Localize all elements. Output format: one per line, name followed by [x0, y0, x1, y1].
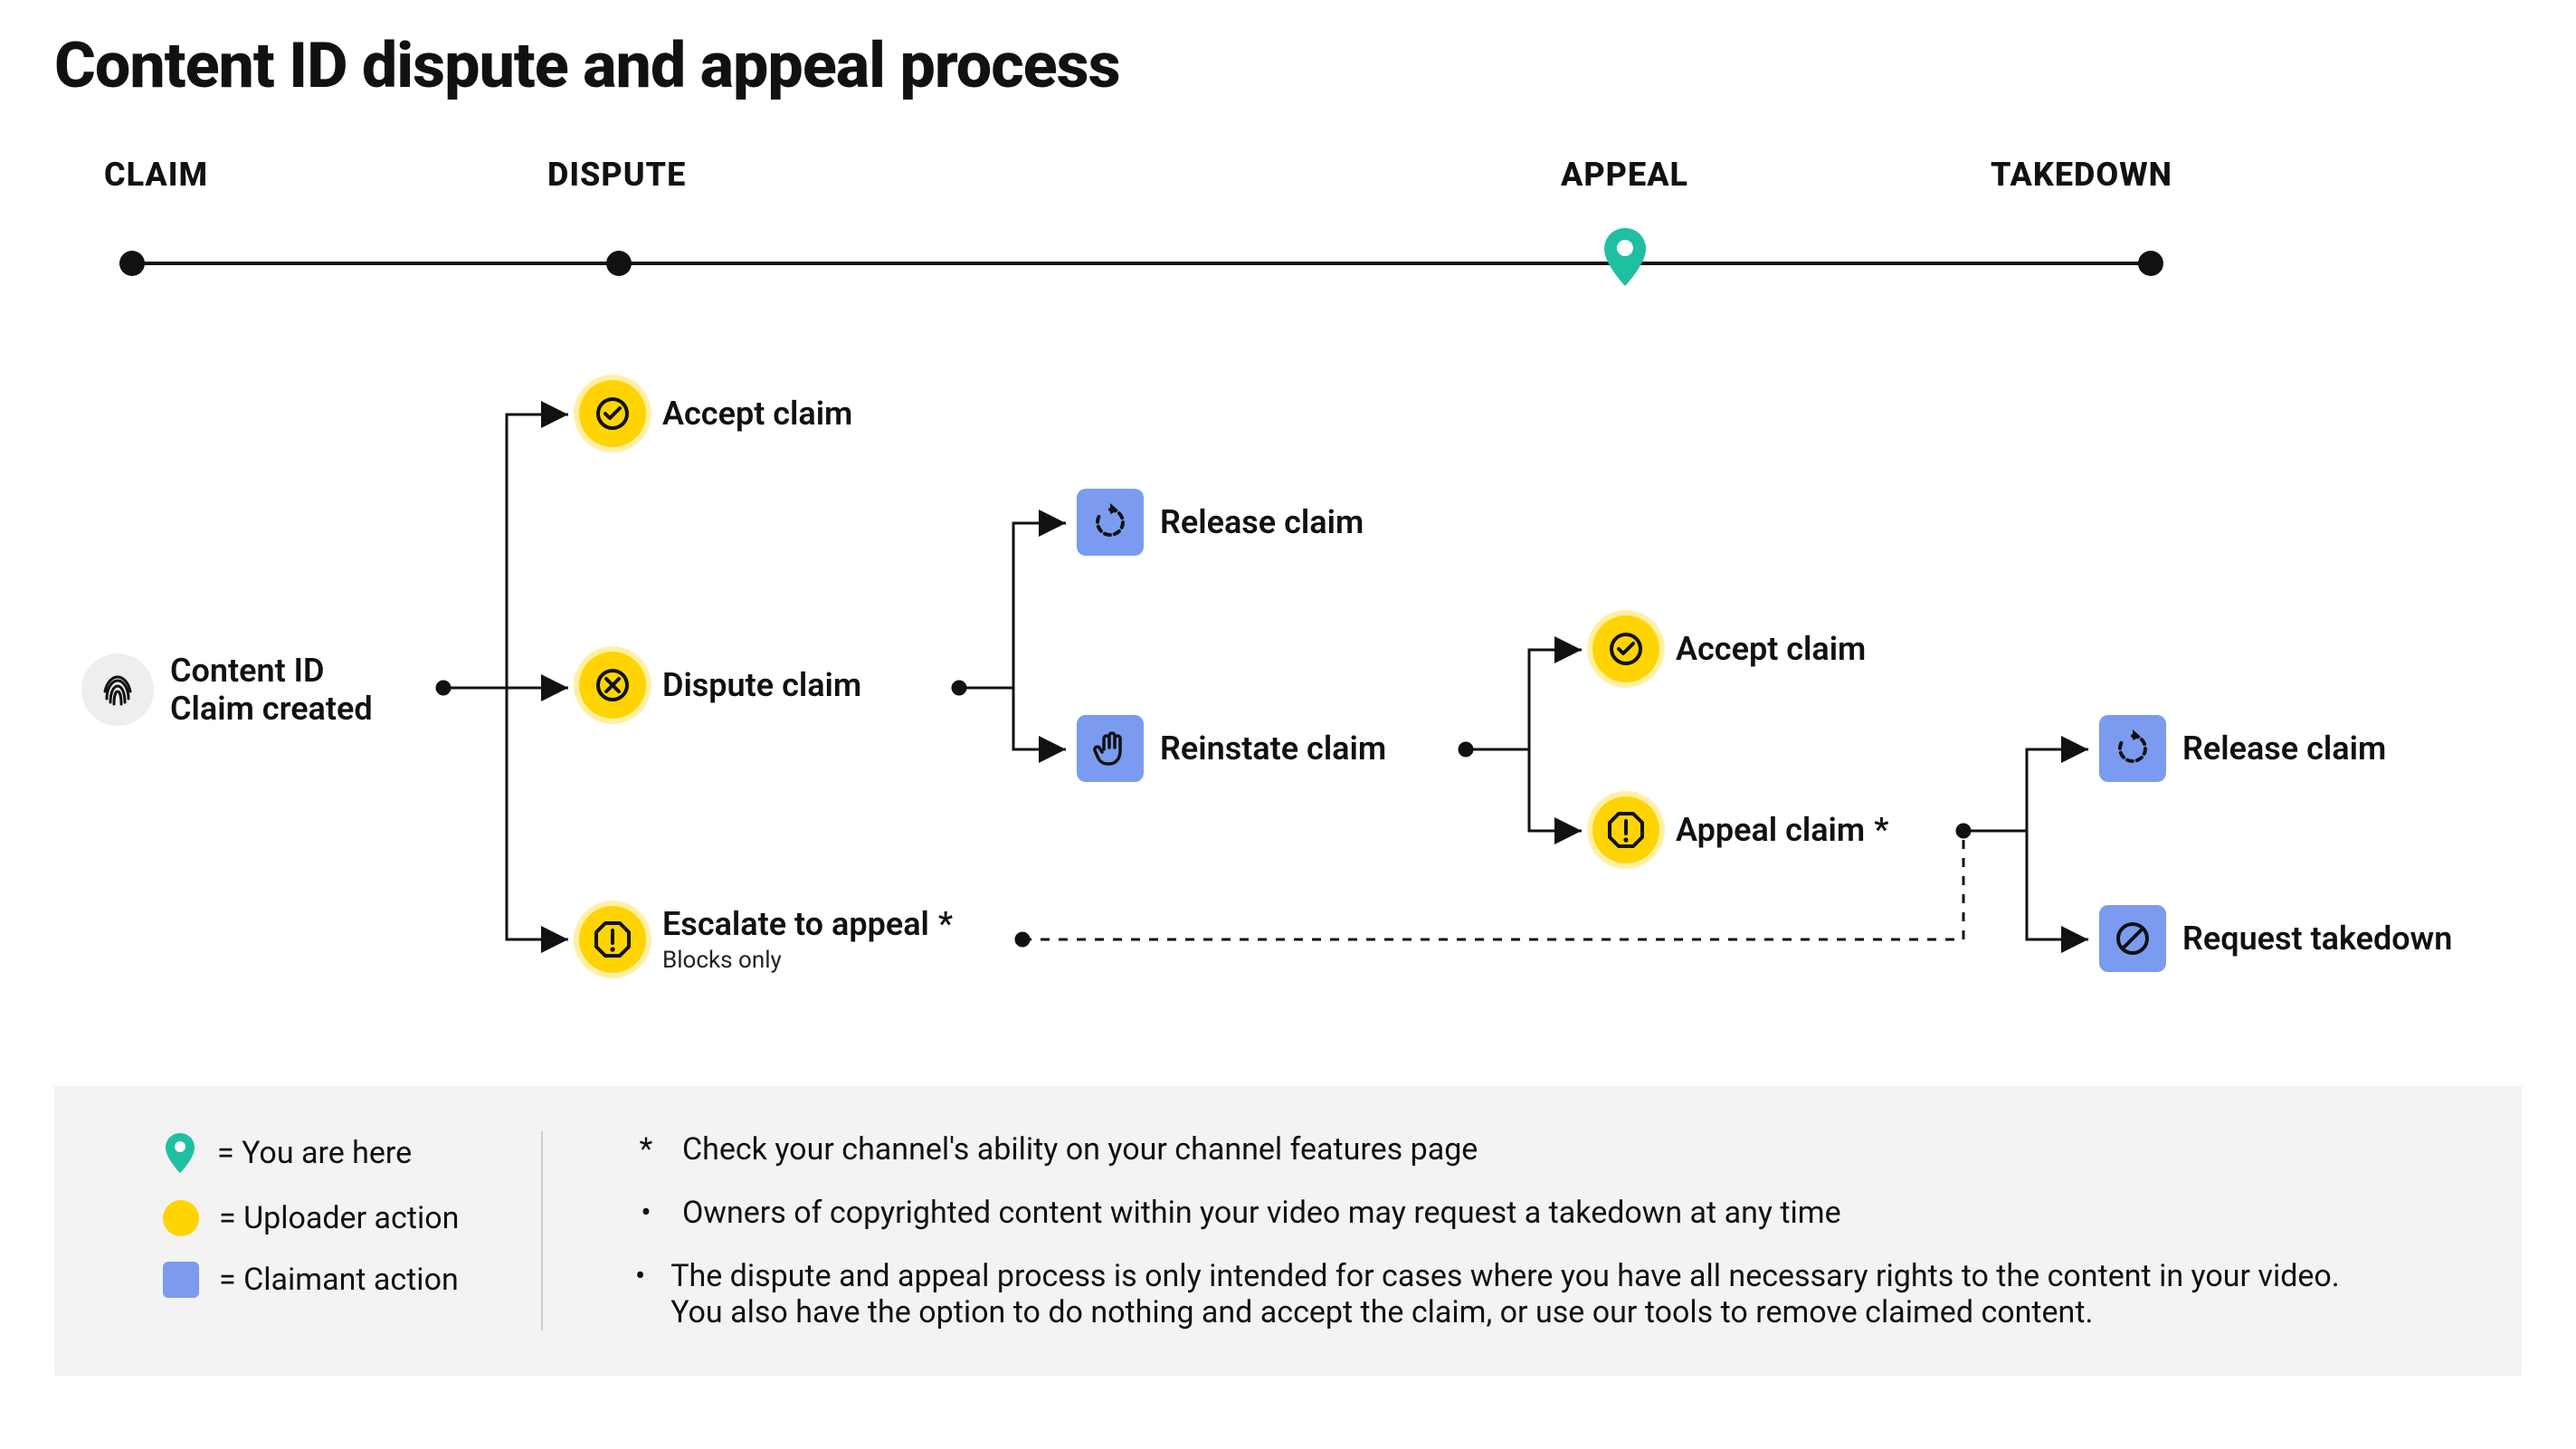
legend-note-2: • The dispute and appeal process is only… — [633, 1258, 2353, 1330]
release-claim-2-label: Release claim — [2182, 729, 2386, 767]
check-circle-icon — [1592, 615, 1659, 682]
timeline-label-appeal: APPEAL — [1561, 156, 1688, 194]
refresh-icon — [1077, 489, 1144, 556]
legend-notes: * Check your channel's ability on your c… — [633, 1131, 2353, 1330]
legend-you-are-here-label: = You are here — [217, 1135, 412, 1171]
fingerprint-icon — [81, 653, 154, 726]
legend-star-note: * Check your channel's ability on your c… — [633, 1131, 2353, 1168]
legend-note-2-text: The dispute and appeal process is only i… — [670, 1258, 2353, 1330]
escalate-star: * — [938, 905, 953, 943]
bullet-icon: • — [633, 1195, 659, 1231]
legend-uploader-label: = Uploader action — [219, 1200, 459, 1236]
legend-you-are-here: = You are here — [163, 1131, 469, 1175]
timeline-line — [119, 262, 2151, 265]
timeline-label-takedown: TAKEDOWN — [1991, 156, 2172, 194]
timeline-dot-dispute — [606, 251, 632, 276]
escalate-appeal-label: Escalate to appeal — [662, 905, 929, 943]
reinstate-claim-label: Reinstate claim — [1160, 729, 1386, 767]
x-circle-icon — [579, 652, 646, 719]
node-accept-claim: Accept claim — [579, 380, 852, 447]
legend-key: = You are here = Uploader action = Claim… — [163, 1131, 543, 1330]
node-appeal-claim: Appeal claim * — [1592, 796, 1888, 863]
yellow-dot-icon — [163, 1200, 199, 1236]
dispute-claim-label: Dispute claim — [662, 666, 861, 704]
location-pin-icon — [1601, 226, 1649, 290]
legend-claimant-label: = Claimant action — [219, 1262, 459, 1298]
node-release-claim-2: Release claim — [2099, 715, 2386, 782]
prohibit-icon — [2099, 905, 2166, 972]
claim-created-label-2: Claim created — [170, 690, 373, 728]
accept-claim-2-label: Accept claim — [1676, 630, 1866, 668]
release-claim-label: Release claim — [1160, 503, 1364, 541]
node-reinstate-claim: Reinstate claim — [1077, 715, 1386, 782]
node-dispute-claim: Dispute claim — [579, 652, 861, 719]
timeline-label-dispute: DISPUTE — [547, 156, 686, 194]
timeline-pin-appeal — [1601, 226, 1649, 290]
node-escalate-appeal: Escalate to appeal * Blocks only — [579, 905, 953, 974]
hand-stop-icon — [1077, 715, 1144, 782]
timeline-label-claim: CLAIM — [104, 156, 208, 194]
legend-star-text: Check your channel's ability on your cha… — [682, 1131, 1478, 1168]
page-title: Content ID dispute and appeal process — [54, 29, 1120, 103]
node-release-claim: Release claim — [1077, 489, 1364, 556]
legend-uploader-action: = Uploader action — [163, 1200, 469, 1236]
bullet-icon: • — [633, 1258, 647, 1294]
legend-panel: = You are here = Uploader action = Claim… — [54, 1086, 2522, 1376]
node-claim-created: Content ID Claim created — [81, 652, 373, 728]
alert-octagon-icon — [579, 906, 646, 973]
blue-square-icon — [163, 1262, 199, 1298]
timeline-dot-takedown — [2138, 251, 2163, 276]
location-pin-icon — [163, 1131, 197, 1175]
legend-claimant-action: = Claimant action — [163, 1262, 469, 1298]
legend-note-1: • Owners of copyrighted content within y… — [633, 1195, 2353, 1231]
legend-note-1-text: Owners of copyrighted content within you… — [682, 1195, 1841, 1231]
request-takedown-label: Request takedown — [2182, 920, 2452, 958]
star-icon: * — [633, 1131, 659, 1168]
alert-octagon-icon — [1592, 796, 1659, 863]
refresh-icon — [2099, 715, 2166, 782]
check-circle-icon — [579, 380, 646, 447]
node-request-takedown: Request takedown — [2099, 905, 2452, 972]
timeline-dot-claim — [119, 251, 145, 276]
claim-created-label-1: Content ID — [170, 652, 373, 690]
node-accept-claim-2: Accept claim — [1592, 615, 1866, 682]
appeal-star: * — [1874, 811, 1888, 849]
appeal-claim-label: Appeal claim — [1676, 811, 1865, 849]
accept-claim-label: Accept claim — [662, 395, 852, 433]
escalate-subtext: Blocks only — [662, 947, 953, 974]
